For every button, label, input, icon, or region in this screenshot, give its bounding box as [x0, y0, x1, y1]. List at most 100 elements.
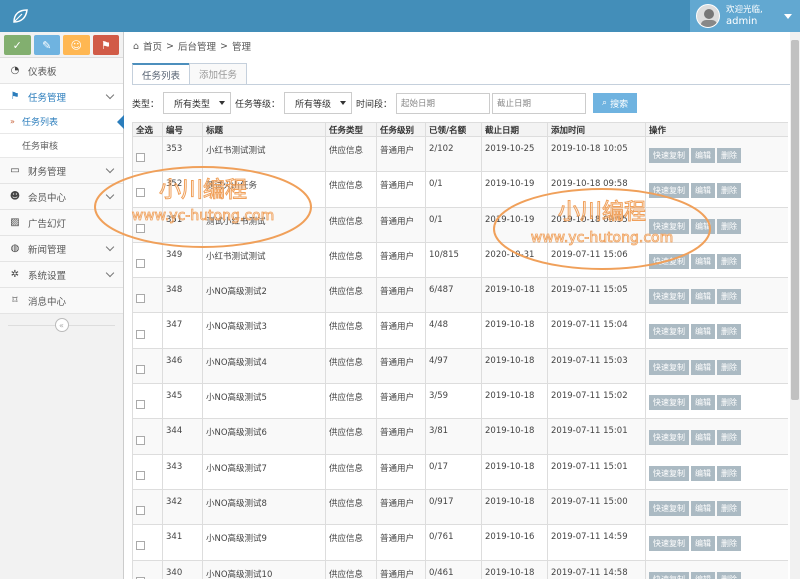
page-scrollbar[interactable]: [790, 32, 800, 579]
edit-button[interactable]: 编辑: [691, 324, 715, 340]
tab-task-list[interactable]: 任务列表: [132, 63, 191, 85]
table-cell: 346: [162, 347, 203, 385]
table-cell: 供应信息: [325, 171, 377, 208]
edit-button[interactable]: 编辑: [691, 571, 715, 579]
edit-button[interactable]: 编辑: [691, 359, 715, 375]
breadcrumb-admin[interactable]: 后台管理: [178, 39, 216, 53]
task-table: 全选 编号 标题 任务类型 任务级别 已领/名额 截止日期 添加时间 操作 353 小红书测试测试…: [132, 122, 788, 579]
edit-button[interactable]: 编辑: [691, 465, 715, 481]
column-header[interactable]: 全选: [132, 122, 163, 137]
actions-cell: 快速复制编辑删除: [645, 135, 788, 173]
shortcut-check-icon[interactable]: ✓: [4, 35, 31, 55]
globe-icon: ◍: [10, 243, 20, 254]
shortcut-flag-icon[interactable]: ⚑: [92, 35, 119, 55]
top-bar: 欢迎光临, admin: [0, 0, 800, 32]
sidebar-sub-task-review[interactable]: 任务审核: [0, 134, 123, 158]
row-checkbox[interactable]: [136, 153, 145, 163]
quick-copy-button[interactable]: 快速复制: [649, 500, 689, 516]
actions-cell: 快速复制编辑删除: [645, 171, 788, 208]
row-checkbox[interactable]: [136, 541, 145, 551]
row-checkbox[interactable]: [136, 294, 145, 304]
delete-button[interactable]: 删除: [717, 148, 741, 163]
delete-button[interactable]: 删除: [717, 183, 741, 199]
sidebar-item-dashboard[interactable]: ◔ 仪表板: [0, 58, 123, 84]
delete-button[interactable]: 删除: [717, 218, 741, 234]
shortcut-users-icon[interactable]: ☺: [63, 35, 90, 55]
delete-button[interactable]: 删除: [717, 430, 741, 446]
sidebar-item-settings[interactable]: ✲ 系统设置: [0, 262, 123, 288]
shortcut-pencil-icon[interactable]: ✎: [33, 35, 60, 55]
delete-button[interactable]: 删除: [717, 500, 741, 516]
edit-button[interactable]: 编辑: [691, 536, 715, 552]
level-select[interactable]: 所有等级: [284, 92, 353, 114]
quick-copy-button[interactable]: 快速复制: [649, 395, 689, 411]
user-menu[interactable]: 欢迎光临, admin: [690, 0, 800, 32]
row-checkbox[interactable]: [136, 435, 145, 445]
sidebar-item-news[interactable]: ◍ 新闻管理: [0, 236, 123, 262]
row-checkbox[interactable]: [136, 223, 145, 233]
sidebar-item-ads[interactable]: ▨ 广告幻灯: [0, 210, 123, 236]
end-date-input[interactable]: 截止日期: [492, 92, 587, 114]
delete-button[interactable]: 删除: [717, 289, 741, 305]
delete-button[interactable]: 删除: [717, 324, 741, 340]
delete-button[interactable]: 删除: [717, 253, 741, 269]
row-checkbox-cell: [132, 524, 163, 561]
home-icon[interactable]: ⌂: [133, 41, 139, 52]
edit-button[interactable]: 编辑: [691, 218, 715, 234]
table-cell: 343: [162, 453, 203, 490]
actions-cell: 快速复制编辑删除: [645, 418, 788, 455]
quick-copy-button[interactable]: 快速复制: [649, 536, 689, 552]
table-body: 353 小红书测试测试 供应信息 普通用户 2/102 2019-10-25 2019-10…: [132, 135, 788, 579]
edit-button[interactable]: 编辑: [691, 253, 715, 269]
quick-copy-button[interactable]: 快速复制: [649, 253, 689, 269]
tab-add-task[interactable]: 添加任务: [189, 63, 248, 85]
quick-copy-button[interactable]: 快速复制: [649, 324, 689, 340]
quick-copy-button[interactable]: 快速复制: [649, 218, 689, 234]
column-header: 已领/名额: [425, 122, 482, 137]
edit-button[interactable]: 编辑: [691, 289, 715, 305]
table-cell: 3/59: [425, 383, 482, 420]
chevron-down-icon: [105, 190, 115, 200]
row-checkbox[interactable]: [136, 400, 145, 410]
type-select[interactable]: 所有类型: [163, 92, 232, 114]
sidebar-item-finance[interactable]: ▭ 财务管理: [0, 158, 123, 184]
sidebar-item-members[interactable]: ☻ 会员中心: [0, 184, 123, 210]
table-cell: 2019-10-18 09:58: [547, 171, 646, 208]
row-checkbox[interactable]: [136, 329, 145, 339]
quick-copy-button[interactable]: 快速复制: [649, 183, 689, 199]
row-checkbox[interactable]: [136, 188, 145, 198]
delete-button[interactable]: 删除: [717, 359, 741, 375]
edit-button[interactable]: 编辑: [691, 430, 715, 446]
quick-copy-button[interactable]: 快速复制: [649, 571, 689, 579]
table-cell: 2/102: [425, 135, 482, 173]
quick-copy-button[interactable]: 快速复制: [649, 359, 689, 375]
row-checkbox[interactable]: [136, 364, 145, 374]
search-button[interactable]: ⌕ 搜索: [593, 93, 638, 113]
edit-button[interactable]: 编辑: [691, 395, 715, 411]
sidebar-item-messages[interactable]: ⌑ 消息中心: [0, 288, 123, 314]
delete-button[interactable]: 删除: [717, 571, 741, 579]
edit-button[interactable]: 编辑: [691, 148, 715, 163]
row-checkbox[interactable]: [136, 470, 145, 480]
leaf-logo-icon[interactable]: [12, 8, 28, 24]
row-checkbox-cell: [132, 312, 163, 349]
delete-button[interactable]: 删除: [717, 395, 741, 411]
edit-button[interactable]: 编辑: [691, 183, 715, 199]
quick-copy-button[interactable]: 快速复制: [649, 148, 689, 163]
scrollbar-thumb[interactable]: [791, 40, 799, 400]
row-checkbox[interactable]: [136, 259, 145, 269]
delete-button[interactable]: 删除: [717, 536, 741, 552]
delete-button[interactable]: 删除: [717, 465, 741, 481]
quick-copy-button[interactable]: 快速复制: [649, 465, 689, 481]
quick-copy-button[interactable]: 快速复制: [649, 430, 689, 446]
table-cell: 6/487: [425, 277, 482, 314]
sidebar-sub-task-list[interactable]: » 任务列表: [0, 110, 124, 134]
quick-copy-button[interactable]: 快速复制: [649, 289, 689, 305]
column-header: 操作: [645, 122, 788, 137]
sidebar-item-tasks[interactable]: ⚑ 任务管理: [0, 84, 123, 110]
row-checkbox[interactable]: [136, 506, 145, 516]
breadcrumb-home[interactable]: 首页: [143, 39, 162, 53]
collapse-sidebar-icon[interactable]: «: [54, 318, 69, 332]
start-date-input[interactable]: 起始日期: [396, 92, 491, 114]
edit-button[interactable]: 编辑: [691, 500, 715, 516]
